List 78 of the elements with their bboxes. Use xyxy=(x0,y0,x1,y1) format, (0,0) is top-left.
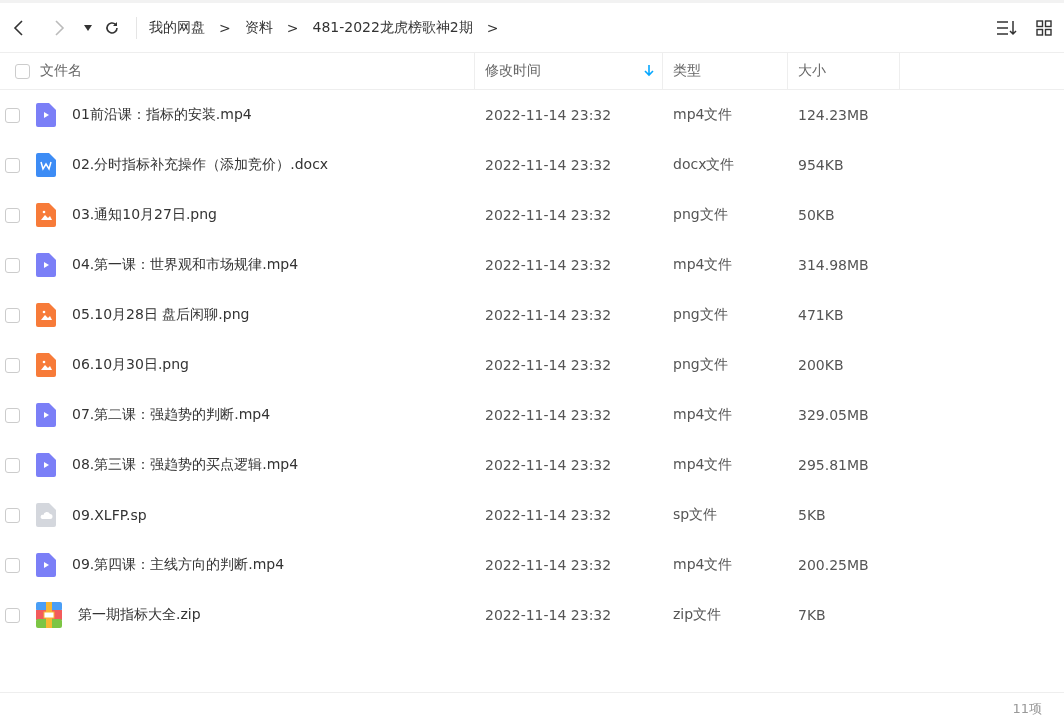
modified-time: 2022-11-14 23:32 xyxy=(484,457,613,473)
file-name[interactable]: 05.10月28日 盘后闲聊.png xyxy=(72,306,250,324)
breadcrumb-link[interactable]: 资料 xyxy=(244,18,273,37)
file-name[interactable]: 01前沿课：指标的安装.mp4 xyxy=(72,106,252,124)
file-name[interactable]: 06.10月30日.png xyxy=(72,356,189,374)
row-checkbox[interactable] xyxy=(5,607,20,623)
file-name[interactable]: 02.分时指标补充操作（添加竞价）.docx xyxy=(72,156,329,174)
file-size: 329.05MB xyxy=(797,407,870,423)
file-type: mp4文件 xyxy=(672,106,734,124)
image-file-icon xyxy=(36,303,56,327)
file-name[interactable]: 09.XLFP.sp xyxy=(72,507,147,523)
modified-time: 2022-11-14 23:32 xyxy=(484,407,613,423)
file-size: 200.25MB xyxy=(797,557,870,573)
cloud-file-icon xyxy=(36,503,56,527)
file-size: 295.81MB xyxy=(797,457,870,473)
file-size: 124.23MB xyxy=(797,107,870,123)
breadcrumb-separator: > xyxy=(486,19,499,36)
modified-time: 2022-11-14 23:32 xyxy=(484,257,613,273)
item-count: 11项 xyxy=(1012,699,1042,718)
select-all-checkbox[interactable] xyxy=(15,63,30,79)
image-file-icon xyxy=(36,353,56,377)
modified-time: 2022-11-14 23:32 xyxy=(484,557,613,573)
video-file-icon xyxy=(36,553,56,577)
file-name[interactable]: 03.通知10月27日.png xyxy=(72,206,217,224)
breadcrumb-link[interactable]: 我的网盘 xyxy=(149,18,205,37)
word-file-icon xyxy=(36,153,56,177)
file-size: 200KB xyxy=(797,357,845,373)
video-file-icon xyxy=(36,453,56,477)
file-size: 50KB xyxy=(797,207,836,223)
image-file-icon xyxy=(36,203,56,227)
archive-file-icon xyxy=(36,602,62,628)
file-type: docx文件 xyxy=(672,156,736,174)
breadcrumb-link[interactable]: 481-2022龙虎榜歌神2期 xyxy=(312,18,473,37)
modified-time: 2022-11-14 23:32 xyxy=(484,357,613,373)
column-header[interactable]: 文件名 xyxy=(40,62,474,80)
modified-time: 2022-11-14 23:32 xyxy=(484,207,613,223)
file-size: 314.98MB xyxy=(797,257,870,273)
file-size: 954KB xyxy=(797,157,845,173)
modified-time: 2022-11-14 23:32 xyxy=(484,607,613,623)
file-name[interactable]: 第一期指标大全.zip xyxy=(78,606,201,624)
row-checkbox[interactable] xyxy=(5,257,20,273)
row-checkbox[interactable] xyxy=(5,157,20,173)
file-name[interactable]: 09.第四课：主线方向的判断.mp4 xyxy=(72,556,285,574)
video-file-icon xyxy=(36,403,56,427)
column-header[interactable]: 类型 xyxy=(673,62,787,80)
column-header[interactable]: 大小 xyxy=(798,62,899,80)
row-checkbox[interactable] xyxy=(5,357,20,373)
file-name[interactable]: 08.第三课：强趋势的买点逻辑.mp4 xyxy=(72,456,299,474)
file-type: png文件 xyxy=(672,356,729,374)
row-checkbox[interactable] xyxy=(5,107,20,123)
file-type: png文件 xyxy=(672,306,729,324)
file-type: mp4文件 xyxy=(672,456,734,474)
row-checkbox[interactable] xyxy=(5,457,20,473)
breadcrumb-separator: > xyxy=(286,19,299,36)
file-name[interactable]: 04.第一课：世界观和市场规律.mp4 xyxy=(72,256,299,274)
file-type: png文件 xyxy=(672,206,729,224)
file-type: mp4文件 xyxy=(672,256,734,274)
row-checkbox[interactable] xyxy=(5,557,20,573)
file-size: 471KB xyxy=(797,307,845,323)
modified-time: 2022-11-14 23:32 xyxy=(484,507,613,523)
file-type: mp4文件 xyxy=(672,406,734,424)
row-checkbox[interactable] xyxy=(5,307,20,323)
file-type: sp文件 xyxy=(672,506,719,524)
modified-time: 2022-11-14 23:32 xyxy=(484,307,613,323)
file-size: 7KB xyxy=(797,607,827,623)
video-file-icon xyxy=(36,103,56,127)
row-checkbox[interactable] xyxy=(5,407,20,423)
video-file-icon xyxy=(36,253,56,277)
modified-time: 2022-11-14 23:32 xyxy=(484,157,613,173)
row-checkbox[interactable] xyxy=(5,507,20,523)
file-type: mp4文件 xyxy=(672,556,734,574)
file-size: 5KB xyxy=(797,507,827,523)
column-header[interactable]: 修改时间 xyxy=(485,62,644,80)
modified-time: 2022-11-14 23:32 xyxy=(484,107,613,123)
row-checkbox[interactable] xyxy=(5,207,20,223)
file-name[interactable]: 07.第二课：强趋势的判断.mp4 xyxy=(72,406,271,424)
breadcrumb-separator: > xyxy=(219,19,231,36)
file-type: zip文件 xyxy=(672,606,723,624)
